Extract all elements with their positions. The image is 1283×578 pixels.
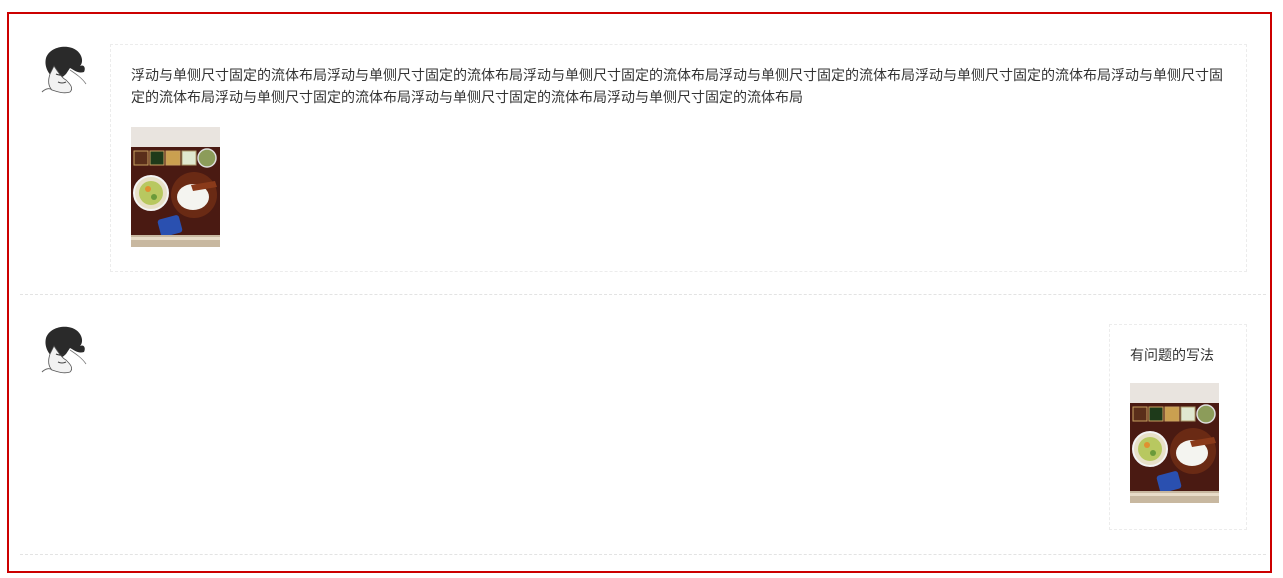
face-sketch-icon: [40, 324, 90, 374]
food-photo: [1130, 383, 1219, 503]
avatar: [40, 324, 90, 374]
avatar: [40, 44, 90, 94]
post-content-box: 有问题的写法: [1109, 324, 1247, 530]
food-photo: [131, 127, 220, 247]
face-sketch-icon: [40, 44, 90, 94]
post-row: 有问题的写法: [20, 294, 1266, 555]
post-text: 有问题的写法: [1130, 348, 1214, 364]
post-content-box: 浮动与单侧尺寸固定的流体布局浮动与单侧尺寸固定的流体布局浮动与单侧尺寸固定的流体…: [110, 44, 1247, 272]
post-row: 浮动与单侧尺寸固定的流体布局浮动与单侧尺寸固定的流体布局浮动与单侧尺寸固定的流体…: [20, 14, 1266, 295]
demo-frame: 浮动与单侧尺寸固定的流体布局浮动与单侧尺寸固定的流体布局浮动与单侧尺寸固定的流体…: [7, 12, 1272, 573]
post-text: 浮动与单侧尺寸固定的流体布局浮动与单侧尺寸固定的流体布局浮动与单侧尺寸固定的流体…: [131, 68, 1223, 106]
